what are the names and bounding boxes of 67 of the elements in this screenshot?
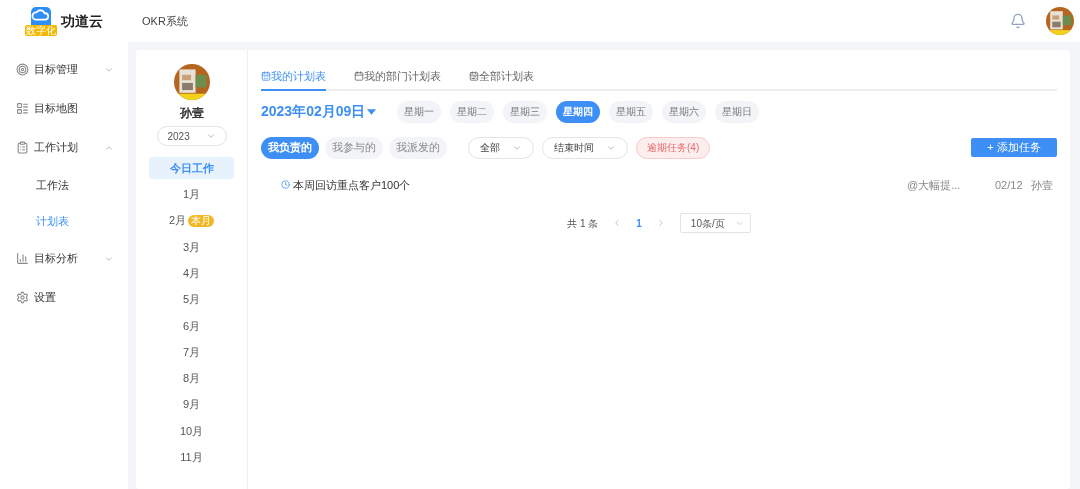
month-label: 9月 <box>182 397 201 413</box>
sidebar-item-label: 工作计划 <box>34 140 78 156</box>
weekday-chip[interactable]: 星期六 <box>662 100 707 123</box>
month-item[interactable]: 9月 <box>149 393 234 416</box>
weekday-chip[interactable]: 星期三 <box>503 100 548 123</box>
month-item[interactable]: 10月 <box>149 419 234 442</box>
calendar-icon <box>261 71 271 82</box>
month-label: 7月 <box>182 344 201 360</box>
month-item[interactable]: 8月 <box>149 367 234 390</box>
month-item[interactable]: 5月 <box>149 288 234 311</box>
sidebar-item[interactable]: 目标分析 <box>0 239 128 278</box>
task-row[interactable]: 本周回访重点客户100个 @大幅提... 02/12 孙壹 <box>261 176 1057 193</box>
month-label: 1月 <box>182 187 201 203</box>
weekday-chip[interactable]: 星期一 <box>397 100 442 123</box>
month-label: 11月 <box>180 450 203 465</box>
month-label: 6月 <box>182 318 201 334</box>
current-month-badge: 本月 <box>188 214 215 227</box>
month-label: 4月 <box>182 265 201 281</box>
weekday-chip[interactable]: 星期二 <box>450 100 495 123</box>
caret-down-icon <box>367 108 377 115</box>
month-item[interactable]: 2月 本月 <box>149 209 234 232</box>
clock-icon <box>281 180 290 190</box>
sidebar-item-icon <box>16 63 29 76</box>
total-count: 共 1 条 <box>567 216 599 231</box>
chevron-down-icon <box>205 131 216 141</box>
sidebar-item[interactable]: 目标地图 <box>0 89 128 128</box>
cloud-logo-icon <box>31 6 51 25</box>
sidebar-item[interactable]: 目标管理 <box>0 50 128 89</box>
month-item[interactable]: 1月 <box>149 183 234 206</box>
brand-name: 功道云 <box>61 11 103 31</box>
notification-bell-icon[interactable] <box>1010 13 1026 29</box>
month-item[interactable]: 4月 <box>149 262 234 285</box>
sidebar-item[interactable]: 工作计划 <box>0 128 128 167</box>
system-name: OKR系统 <box>142 13 188 29</box>
month-item[interactable]: 6月 <box>149 314 234 337</box>
task-title: 本周回访重点客户100个 <box>293 177 411 193</box>
sidebar-item-label: 目标分析 <box>34 251 78 267</box>
sidebar-item-icon <box>16 252 29 265</box>
sidebar-item-icon <box>16 141 29 154</box>
profile-name: 孙壹 <box>179 105 204 122</box>
month-item[interactable]: 3月 <box>149 235 234 258</box>
month-label: 8月 <box>182 371 201 387</box>
page-size-select[interactable]: 10条/页 <box>679 213 751 233</box>
calendar-icon <box>469 71 479 82</box>
plan-tab[interactable]: 全部计划表 <box>469 68 534 91</box>
sidebar-item-label: 目标管理 <box>34 62 78 78</box>
month-label: 10月 <box>179 423 204 439</box>
weekday-chip[interactable]: 星期五 <box>609 100 654 123</box>
weekday-chip[interactable]: 星期日 <box>715 100 760 123</box>
sidebar-subitem[interactable]: 工作法 <box>0 167 128 203</box>
month-label: 3月 <box>182 239 201 255</box>
plan-tab[interactable]: 我的部门计划表 <box>354 68 441 91</box>
logo-badge: 数字化 <box>25 24 57 36</box>
task-owner: 孙壹 <box>1031 177 1053 193</box>
sidebar-item-label: 目标地图 <box>34 101 78 117</box>
sidebar-item[interactable]: 设置 <box>0 278 128 317</box>
month-label: 2月 <box>168 213 187 229</box>
sidebar-item-label: 设置 <box>34 290 56 306</box>
task-date: 02/12 <box>995 177 1024 193</box>
month-item[interactable]: 11月 <box>149 446 234 469</box>
month-item[interactable]: 7月 <box>149 341 234 364</box>
sidebar-item-icon <box>16 291 29 304</box>
calendar-icon <box>354 71 364 82</box>
sidebar-item-icon <box>16 102 29 115</box>
task-goal: @大幅提... <box>907 177 962 193</box>
month-label: 5月 <box>182 292 201 308</box>
month-label: 今日工作 <box>169 160 214 176</box>
